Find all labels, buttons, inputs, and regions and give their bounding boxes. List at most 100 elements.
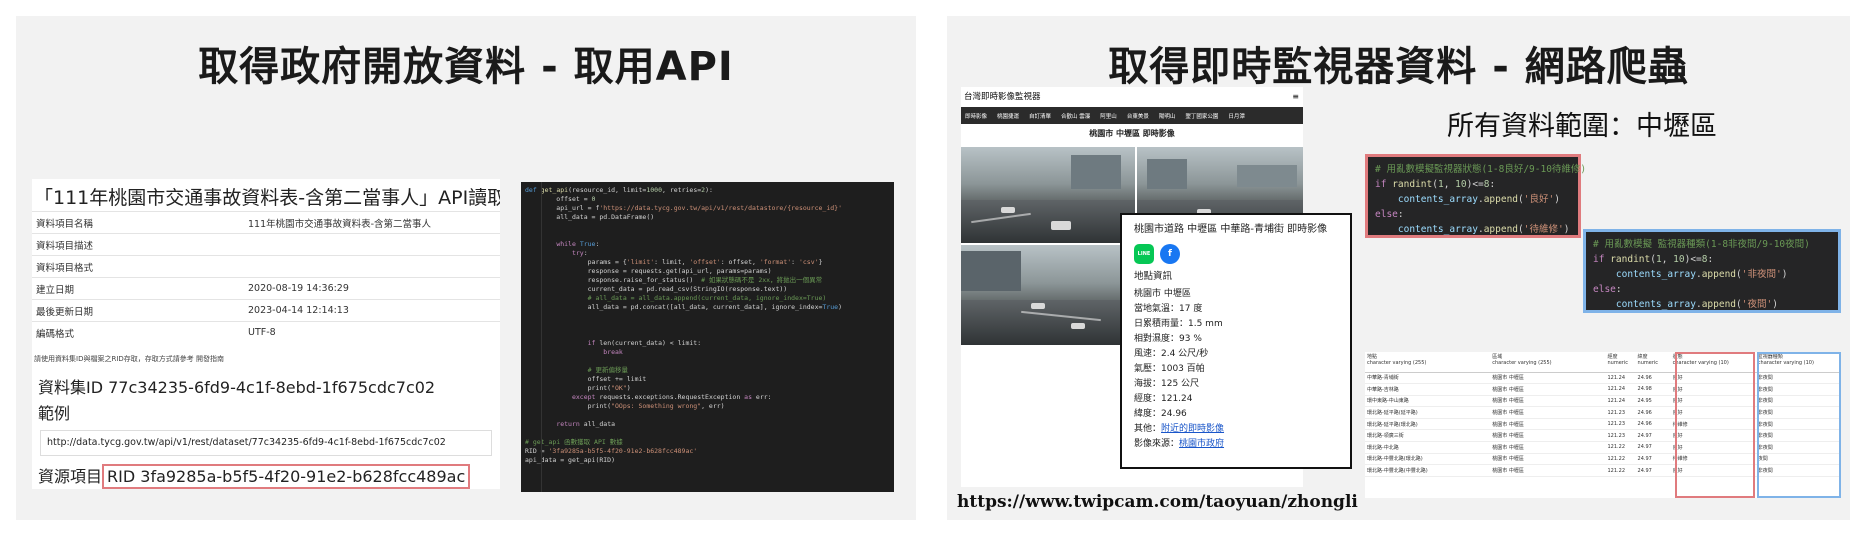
source-link[interactable]: 桃園市政府 bbox=[1179, 439, 1224, 449]
source-label: 影像來源： bbox=[1134, 439, 1180, 449]
table-cell[interactable]: 中華路-吉林路 bbox=[1365, 383, 1491, 396]
nav-item[interactable]: 陽明山 bbox=[1159, 112, 1176, 120]
table-cell[interactable]: 桃園市 中壢區 bbox=[1490, 406, 1606, 419]
camera-image[interactable] bbox=[961, 245, 1135, 345]
location-info-line: 緯度：24.96 bbox=[1134, 409, 1187, 419]
status-code-snippet: # 用亂數模擬監視器狀態(1-8良好/9-10待維修) if randint(1… bbox=[1365, 154, 1586, 238]
metadata-row: 建立日期 2020-08-19 14:36:29 bbox=[32, 277, 500, 300]
location-info-line: 氣壓：1003 百帕 bbox=[1134, 364, 1205, 374]
code-content: def get_api(resource_id, limit=1000, ret… bbox=[525, 186, 842, 464]
nav-item[interactable]: 阿里山 bbox=[1100, 112, 1117, 120]
table-cell[interactable]: 121.22 bbox=[1605, 464, 1636, 477]
popup-title: 桃園市道路 中壢區 中華路-青埔街 即時影像 bbox=[1134, 224, 1328, 235]
table-cell[interactable]: 121.22 bbox=[1605, 441, 1636, 454]
table-cell[interactable]: 桃園市 中壢區 bbox=[1490, 429, 1606, 443]
metadata-key: 建立日期 bbox=[32, 277, 244, 300]
panel-web-crawler: 取得即時監視器資料 - 網路爬蟲 台灣即時影像監視器 ≡ 即時影像 桃園捷運 自訂清… bbox=[947, 16, 1850, 520]
facebook-share-icon[interactable]: f bbox=[1160, 244, 1180, 264]
location-info-line: 當地氣溫：17 度 bbox=[1134, 304, 1203, 314]
table-cell[interactable]: 121.24 bbox=[1605, 395, 1636, 408]
table-cell[interactable]: 中華路-青埔街 bbox=[1365, 372, 1491, 385]
metadata-key: 編碼格式 bbox=[32, 321, 244, 344]
metadata-value bbox=[244, 233, 500, 256]
table-cell[interactable]: 24.95 bbox=[1635, 395, 1671, 408]
slide-title-right: 取得即時監視器資料 - 網路爬蟲 bbox=[1108, 44, 1689, 90]
line-share-icon[interactable]: LINE bbox=[1134, 244, 1154, 264]
table-cell[interactable]: 121.23 bbox=[1605, 429, 1636, 443]
table-cell[interactable]: 桃園市 中壢區 bbox=[1490, 418, 1606, 431]
column-header[interactable]: 經度 numeric bbox=[1605, 352, 1636, 373]
nearby-row: 其他：附近的即時影像 bbox=[1134, 422, 1338, 437]
camera-data-table: 地點 character varying (255) 區域 character var… bbox=[1365, 352, 1841, 498]
metadata-key: 最後更新日期 bbox=[32, 299, 244, 322]
example-label: 範例 bbox=[38, 403, 71, 423]
table-cell[interactable]: 桃園市 中壢區 bbox=[1490, 383, 1606, 396]
metadata-key: 資料項目名稱 bbox=[32, 211, 244, 234]
metadata-row: 資料項目描述 bbox=[32, 233, 500, 256]
nearby-label: 其他： bbox=[1134, 424, 1162, 434]
location-info-line: 日累積雨量：1.5 mm bbox=[1134, 319, 1223, 329]
location-info-line: 桃園市 中壢區 bbox=[1134, 289, 1191, 299]
nav-item[interactable]: 自訂清單 bbox=[1029, 112, 1051, 120]
table-cell[interactable]: 121.23 bbox=[1605, 418, 1636, 431]
table-cell[interactable]: 桃園市 中壢區 bbox=[1490, 441, 1606, 454]
table-cell[interactable]: 24.97 bbox=[1635, 429, 1671, 443]
column-header[interactable]: 地點 character varying (255) bbox=[1365, 352, 1491, 373]
table-cell[interactable]: 環北路-中北路 bbox=[1365, 441, 1491, 454]
table-cell[interactable]: 24.96 bbox=[1635, 418, 1671, 431]
nearby-link[interactable]: 附近的即時影像 bbox=[1161, 424, 1224, 434]
column-type: character varying (255) bbox=[1367, 360, 1427, 366]
nav-item[interactable]: 墾丁國家公園 bbox=[1185, 112, 1218, 120]
metadata-value: UTF-8 bbox=[244, 321, 500, 344]
table-cell[interactable]: 121.23 bbox=[1605, 406, 1636, 419]
table-cell[interactable]: 121.24 bbox=[1605, 383, 1636, 396]
share-icons: LINE f bbox=[1134, 241, 1338, 267]
table-cell[interactable]: 24.97 bbox=[1635, 453, 1671, 466]
metadata-row: 資料項目格式 bbox=[32, 255, 500, 278]
site-title-text: 台灣即時影像監視器 bbox=[964, 92, 1041, 102]
table-cell[interactable]: 環北路-中豐北路(環北路) bbox=[1365, 453, 1491, 466]
source-url[interactable]: https://www.twipcam.com/taoyuan/zhongli bbox=[957, 492, 1358, 512]
metadata-key: 資料項目格式 bbox=[32, 255, 244, 278]
column-header[interactable]: 緯度 numeric bbox=[1635, 352, 1671, 373]
column-type: numeric bbox=[1607, 360, 1628, 366]
table-cell[interactable]: 桃園市 中壢區 bbox=[1490, 453, 1606, 466]
example-url[interactable]: http://data.tycg.gov.tw/api/v1/rest/data… bbox=[40, 429, 492, 456]
table-cell[interactable]: 環北路-中豐北路(中豐北路) bbox=[1365, 464, 1491, 477]
table-cell[interactable]: 環北路-延平路(環北路) bbox=[1365, 418, 1491, 431]
metadata-table: 資料項目名稱 111年桃園市交通事故資料表-含第二當事人 資料項目描述 資料項目格式建… bbox=[32, 211, 500, 344]
nav-item[interactable]: 日月潭 bbox=[1228, 112, 1245, 120]
type-column-highlight bbox=[1757, 352, 1841, 498]
nav-item[interactable]: 合歡山 雲瀑 bbox=[1061, 112, 1090, 120]
rid-label: 資源項目 bbox=[38, 467, 103, 486]
camera-image[interactable] bbox=[961, 147, 1135, 243]
camera-info-popup: 桃園市道路 中壢區 中華路-青埔街 即時影像 LINE f 地點資訊 桃園市 中… bbox=[1120, 213, 1352, 469]
table-cell[interactable]: 桃園市 中壢區 bbox=[1490, 464, 1606, 477]
metadata-value: 2020-08-19 14:36:29 bbox=[244, 277, 500, 300]
code-editor[interactable]: def get_api(resource_id, limit=1000, ret… bbox=[521, 182, 894, 492]
table-cell[interactable]: 121.22 bbox=[1605, 453, 1636, 466]
table-cell[interactable]: 24.97 bbox=[1635, 441, 1671, 454]
type-code-snippet: # 用亂數模擬 監視器種類(1-8非夜間/9-10夜間) if randint(… bbox=[1583, 229, 1841, 313]
metadata-row: 最後更新日期 2023-04-14 12:14:13 bbox=[32, 299, 500, 322]
table-cell[interactable]: 桃園市 中壢區 bbox=[1490, 372, 1606, 385]
table-cell[interactable]: 環北路-領廣三街 bbox=[1365, 429, 1491, 443]
table-cell[interactable]: 環中東路-中山東路 bbox=[1365, 395, 1491, 408]
access-note: 請使用資料集ID與檔案之RID存取，存取方式請參考 開發指南 bbox=[34, 354, 224, 363]
table-cell[interactable]: 環北路-延平路(延平路) bbox=[1365, 406, 1491, 419]
column-header[interactable]: 區域 character varying (255) bbox=[1490, 352, 1606, 373]
table-cell[interactable]: 24.98 bbox=[1635, 383, 1671, 396]
location-info-list: 桃園市 中壢區 當地氣溫：17 度日累積雨量：1.5 mm 相對濕度：93 % 風速：… bbox=[1134, 287, 1338, 422]
location-info-line: 相對濕度：93 % bbox=[1134, 334, 1202, 344]
table-cell[interactable]: 24.96 bbox=[1635, 406, 1671, 419]
table-cell[interactable]: 121.24 bbox=[1605, 372, 1636, 385]
table-cell[interactable]: 24.96 bbox=[1635, 372, 1671, 385]
nav-item[interactable]: 台東美景 bbox=[1127, 112, 1149, 120]
menu-icon[interactable]: ≡ bbox=[1292, 87, 1299, 107]
dataset-metadata-page: 「111年桃園市交通事故資料表-含第二當事人」API讀取 資料項目名稱 111年桃… bbox=[32, 179, 500, 489]
nav-item[interactable]: 即時影像 bbox=[965, 112, 987, 120]
table-cell[interactable]: 桃園市 中壢區 bbox=[1490, 395, 1606, 408]
slide-title-left: 取得政府開放資料 - 取用API bbox=[198, 44, 734, 90]
table-cell[interactable]: 24.97 bbox=[1635, 464, 1671, 477]
nav-item[interactable]: 桃園捷運 bbox=[997, 112, 1019, 120]
